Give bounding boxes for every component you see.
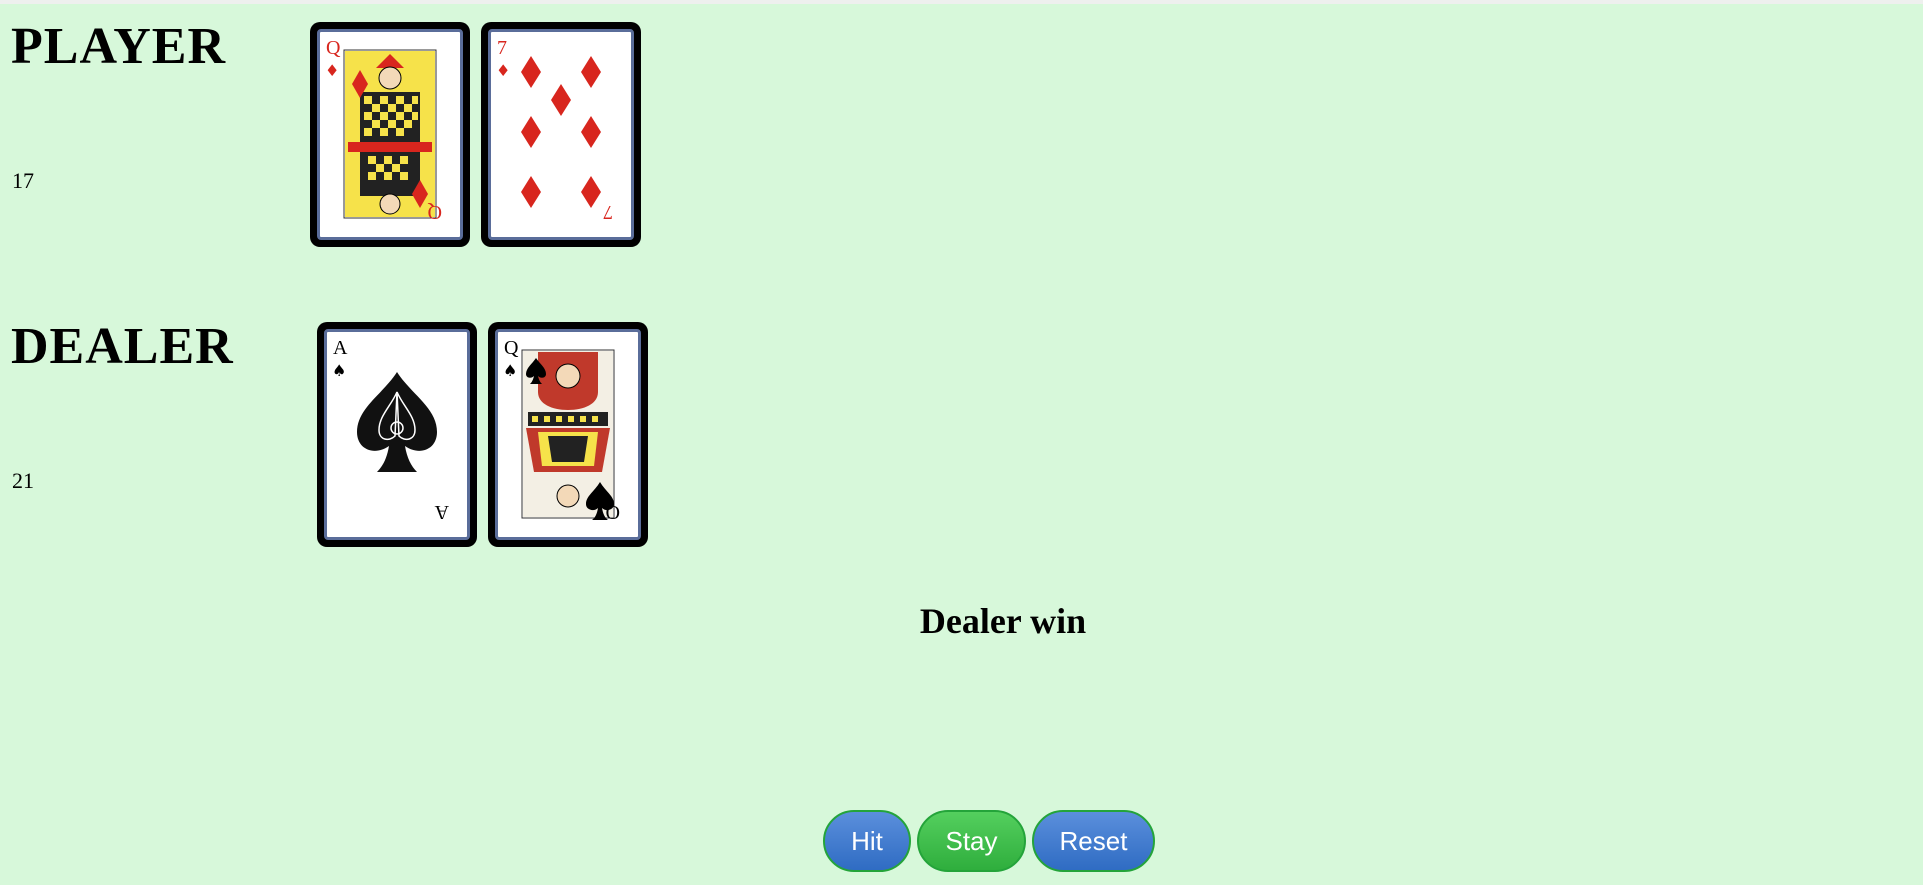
dealer-score: 21 [12,468,34,493]
reset-button[interactable]: Reset [1032,810,1155,872]
card-suit-label: ♠ [503,361,517,380]
player-score: 17 [12,168,34,193]
dealer-card-queen-spades: Q ♠ Q [488,322,648,547]
player-card-seven-diamonds: 7 ♦ 7 [481,22,641,247]
stay-button[interactable]: Stay [917,810,1026,872]
card-rank-label-inverted: 7 [603,201,613,223]
ace-of-spades-face: A ♠ A [332,337,449,523]
dealer-title: DEALER [11,318,234,375]
hit-button[interactable]: Hit [823,810,911,872]
card-suit-label: ♠ [332,361,346,380]
card-rank-label-inverted: Q [605,501,620,523]
player-hand: Q ♦ Q 7 ♦ 7 [310,22,641,247]
card-rank-label: Q [504,337,519,359]
card-rank-label-inverted: Q [427,201,442,223]
card-rank-label: A [333,337,348,359]
card-suit-label: ♦ [325,61,339,80]
card-rank-label: Q [326,37,341,59]
control-buttons: Hit Stay Reset [823,810,1155,872]
dealer-card-ace-spades: A ♠ A [317,322,477,547]
card-suit-label: ♦ [496,61,510,80]
top-border [0,0,1923,4]
card-rank-label-inverted: A [434,501,449,523]
queen-of-spades-face: Q ♠ Q [503,337,620,523]
queen-of-diamonds-face: Q ♦ Q [325,37,442,223]
player-card-queen-diamonds: Q ♦ Q [310,22,470,247]
seven-of-diamonds-face: 7 ♦ 7 [496,37,613,223]
game-result: Dealer win [919,601,1087,641]
player-title: PLAYER [11,18,227,75]
dealer-hand: A ♠ A Q ♠ Q [317,322,648,547]
card-rank-label: 7 [497,37,507,59]
